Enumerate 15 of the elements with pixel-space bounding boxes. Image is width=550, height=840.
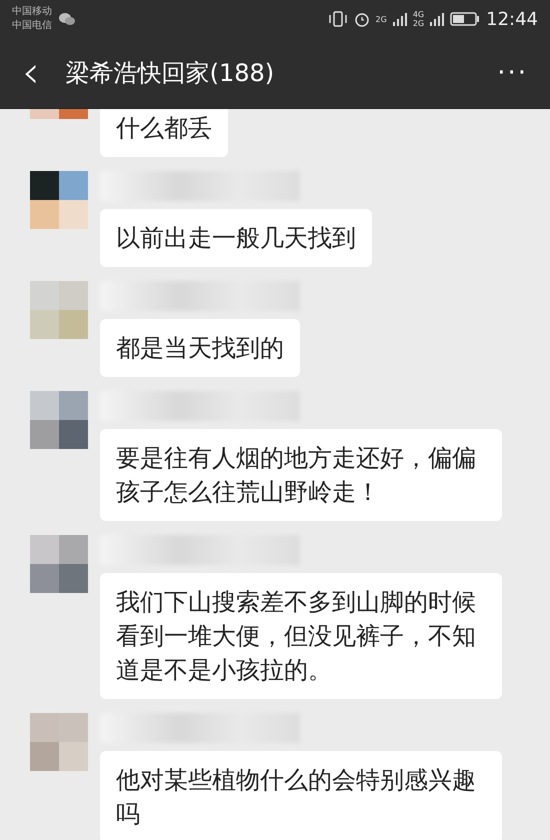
network-label: 2G — [376, 14, 387, 24]
network-label: 4G — [412, 10, 424, 19]
back-button[interactable]: ‹ — [22, 51, 40, 95]
message-bubble: 什么都丢 — [100, 109, 228, 157]
more-button[interactable]: ··· — [497, 58, 528, 88]
network-label: 2G — [412, 19, 424, 28]
clock-time: 12:44 — [486, 8, 538, 30]
chat-title: 梁希浩快回家(188) — [66, 58, 276, 89]
carrier-label: 中国电信 — [12, 19, 52, 33]
carrier-label: 中国移动 — [12, 5, 52, 19]
message-bubble: 以前出走一般几天找到 — [100, 209, 372, 267]
message-bubble: 都是当天找到的 — [100, 319, 300, 377]
message-bubble: 他对某些植物什么的会特别感兴趣吗 — [100, 751, 502, 840]
message-bubble: 要是往有人烟的地方走还好，偏偏孩子怎么往荒山野岭走！ — [100, 429, 502, 521]
message-bubble: 我们下山搜索差不多到山脚的时候看到一堆大便，但没见裤子，不知道是不是小孩拉的。 — [100, 573, 502, 699]
